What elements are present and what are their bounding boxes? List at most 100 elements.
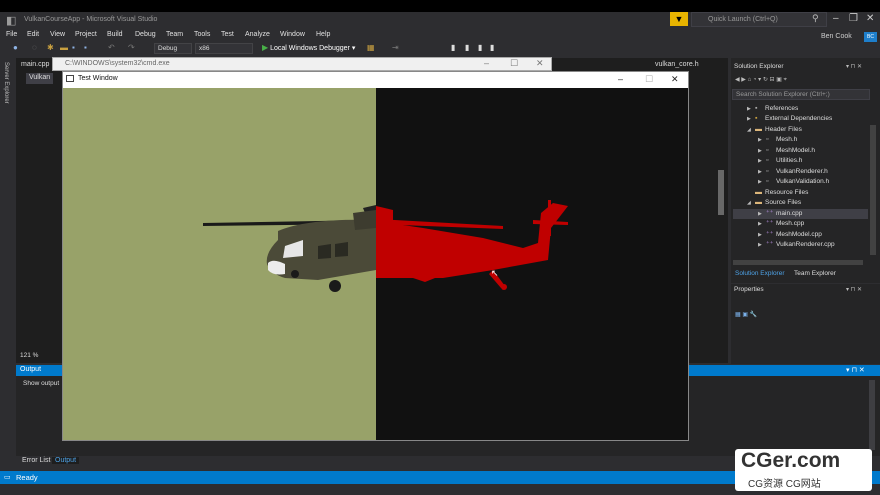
undo-icon[interactable]: ↶ — [108, 43, 115, 52]
menu-help[interactable]: Help — [316, 31, 330, 38]
tree-item-mesh-h[interactable]: ▶ ▫ Mesh.h — [733, 135, 868, 145]
tab-error-list[interactable]: Error List — [22, 457, 50, 464]
tree-item-meshmodel-cpp[interactable]: ▶ ⁺⁺ MeshModel.cpp — [733, 230, 868, 240]
save-all-icon[interactable]: ▪ — [84, 43, 87, 52]
solution-hscrollbar[interactable] — [733, 260, 863, 265]
menu-tools[interactable]: Tools — [194, 31, 210, 38]
bookmark-icon[interactable]: ▮ — [451, 43, 455, 52]
menu-edit[interactable]: Edit — [27, 31, 39, 38]
minimize-icon[interactable]: – — [833, 13, 839, 24]
bookmark-clear-icon[interactable]: ▮ — [490, 43, 494, 52]
avatar[interactable]: BC — [864, 32, 877, 42]
configuration-select[interactable]: Debug — [154, 43, 192, 54]
tab-vulkan[interactable]: Vulkan — [26, 73, 54, 84]
redo-icon[interactable]: ↷ — [128, 43, 135, 52]
tree-item-source-files[interactable]: ◢ ▬ Source Files — [733, 198, 868, 208]
tree-item-vulkanvalidation-h[interactable]: ▶ ▫ VulkanValidation.h — [733, 177, 868, 187]
header-file-icon: ▫ — [766, 168, 769, 175]
tree-item-external-deps[interactable]: ▶ ▪ External Dependencies — [733, 114, 868, 124]
menu-bar — [0, 30, 880, 42]
open-folder-icon[interactable]: ▬ — [60, 43, 68, 52]
tab-solution-explorer[interactable]: Solution Explorer — [735, 270, 785, 277]
os-top-bar — [0, 0, 880, 12]
visual-studio-logo-icon: ◧ — [6, 15, 17, 27]
solution-scrollbar[interactable] — [870, 125, 876, 255]
window-app-icon — [66, 75, 74, 82]
panel-controls-icon[interactable]: ▾ ⊓ ✕ — [846, 286, 862, 293]
helicopter-render — [203, 200, 568, 292]
maximize-icon[interactable]: ❐ — [849, 13, 858, 24]
cmd-minimize-icon[interactable]: – — [484, 58, 489, 68]
step-icon[interactable]: ⇥ — [392, 43, 399, 52]
bookmark-prev-icon[interactable]: ▮ — [465, 43, 469, 52]
menu-project[interactable]: Project — [75, 31, 97, 38]
menu-file[interactable]: File — [6, 31, 17, 38]
zoom-level[interactable]: 121 % — [20, 352, 38, 359]
helicopter-depth-silhouette — [376, 200, 568, 290]
menu-analyze[interactable]: Analyze — [245, 31, 270, 38]
tab-vulkan-core[interactable]: vulkan_core.h — [652, 60, 702, 71]
tree-item-main-cpp[interactable]: ▶ ⁺⁺ main.cpp — [733, 209, 868, 219]
test-close-icon[interactable]: ✕ — [671, 74, 679, 85]
solution-explorer-title: Solution Explorer — [734, 63, 784, 70]
tree-item-resource-files[interactable]: ▬ Resource Files — [733, 188, 868, 198]
editor-scrollbar[interactable] — [718, 170, 724, 215]
panel-controls-icon[interactable]: ▾ ⊓ ✕ — [846, 63, 862, 70]
menu-team[interactable]: Team — [166, 31, 183, 38]
tab-team-explorer[interactable]: Team Explorer — [794, 270, 836, 277]
tree-item-mesh-cpp[interactable]: ▶ ⁺⁺ Mesh.cpp — [733, 219, 868, 229]
menu-build[interactable]: Build — [107, 31, 123, 38]
menu-view[interactable]: View — [50, 31, 65, 38]
tree-item-references[interactable]: ▶ ▪ References — [733, 104, 868, 114]
header-file-icon: ▫ — [766, 157, 769, 164]
platform-select[interactable]: x86 — [195, 43, 253, 54]
notification-filter-icon[interactable]: ▼ — [670, 12, 688, 26]
header-file-icon: ▫ — [766, 147, 769, 154]
watermark-title: CGer.com — [741, 449, 841, 472]
search-icon: ⚲ — [812, 13, 819, 23]
mouse-cursor-icon: ↖ — [491, 268, 499, 278]
back-icon[interactable]: ● — [13, 43, 18, 52]
folder-icon: ▬ — [755, 189, 762, 196]
play-icon: ▶ — [262, 43, 269, 52]
property-pages-icon[interactable]: ▦ ▣ 🔧 — [735, 311, 757, 318]
menu-window[interactable]: Window — [280, 31, 305, 38]
cmd-window-title: C:\WINDOWS\system32\cmd.exe — [65, 60, 170, 67]
close-icon[interactable]: ✕ — [866, 13, 874, 24]
forward-icon[interactable]: ◌ — [32, 43, 37, 52]
show-output-label: Show output — [23, 380, 60, 387]
attach-icon[interactable]: ▦ — [367, 43, 375, 52]
test-minimize-icon[interactable]: – — [618, 74, 623, 84]
folder-icon: ▬ — [755, 126, 762, 133]
tree-item-header-files[interactable]: ◢ ▬ Header Files — [733, 125, 868, 135]
tree-item-meshmodel-h[interactable]: ▶ ▫ MeshModel.h — [733, 146, 868, 156]
solution-search-input[interactable]: Search Solution Explorer (Ctrl+;) — [732, 89, 870, 100]
menu-test[interactable]: Test — [221, 31, 234, 38]
render-viewport[interactable] — [63, 88, 688, 440]
panel-controls-icon[interactable]: ▾ ⊓ ✕ — [846, 366, 865, 374]
bottom-tabs — [16, 456, 716, 468]
properties-panel — [731, 284, 880, 364]
menu-debug[interactable]: Debug — [135, 31, 156, 38]
cpp-file-icon: ⁺⁺ — [766, 231, 774, 238]
new-project-icon[interactable]: ✱ — [47, 43, 54, 52]
user-name[interactable]: Ben Cook — [821, 33, 852, 40]
cmd-close-icon[interactable]: ✕ — [536, 58, 544, 69]
tab-main-cpp[interactable]: main.cpp — [18, 60, 52, 71]
references-icon: ▪ — [755, 105, 758, 112]
header-file-icon: ▫ — [766, 136, 769, 143]
quick-launch-input[interactable]: Quick Launch (Ctrl+Q) — [691, 12, 827, 27]
test-maximize-icon[interactable]: ☐ — [645, 74, 653, 85]
solution-toolbar-icons[interactable]: ◀ ▶ ⌂ ◔ ▾ ↻ ⊟ ▣ ⌖ — [735, 76, 787, 84]
bookmark-next-icon[interactable]: ▮ — [478, 43, 482, 52]
tree-item-vulkanrenderer-h[interactable]: ▶ ▫ VulkanRenderer.h — [733, 167, 868, 177]
cmd-maximize-icon[interactable]: ☐ — [510, 58, 518, 69]
tree-item-utilities-h[interactable]: ▶ ▫ Utilities.h — [733, 156, 868, 166]
output-scrollbar[interactable] — [869, 380, 875, 450]
tab-output[interactable]: Output — [52, 457, 80, 464]
tree-item-vulkanrenderer-cpp[interactable]: ▶ ⁺⁺ VulkanRenderer.cpp — [733, 240, 868, 250]
watermark-subtitle: CG资源 CG网站 — [748, 479, 821, 490]
server-explorer-tab[interactable]: Server Explorer — [3, 62, 9, 104]
start-debugger-button[interactable]: ▶ Local Windows Debugger ▾ — [262, 43, 355, 52]
save-icon[interactable]: ▪ — [72, 43, 75, 52]
